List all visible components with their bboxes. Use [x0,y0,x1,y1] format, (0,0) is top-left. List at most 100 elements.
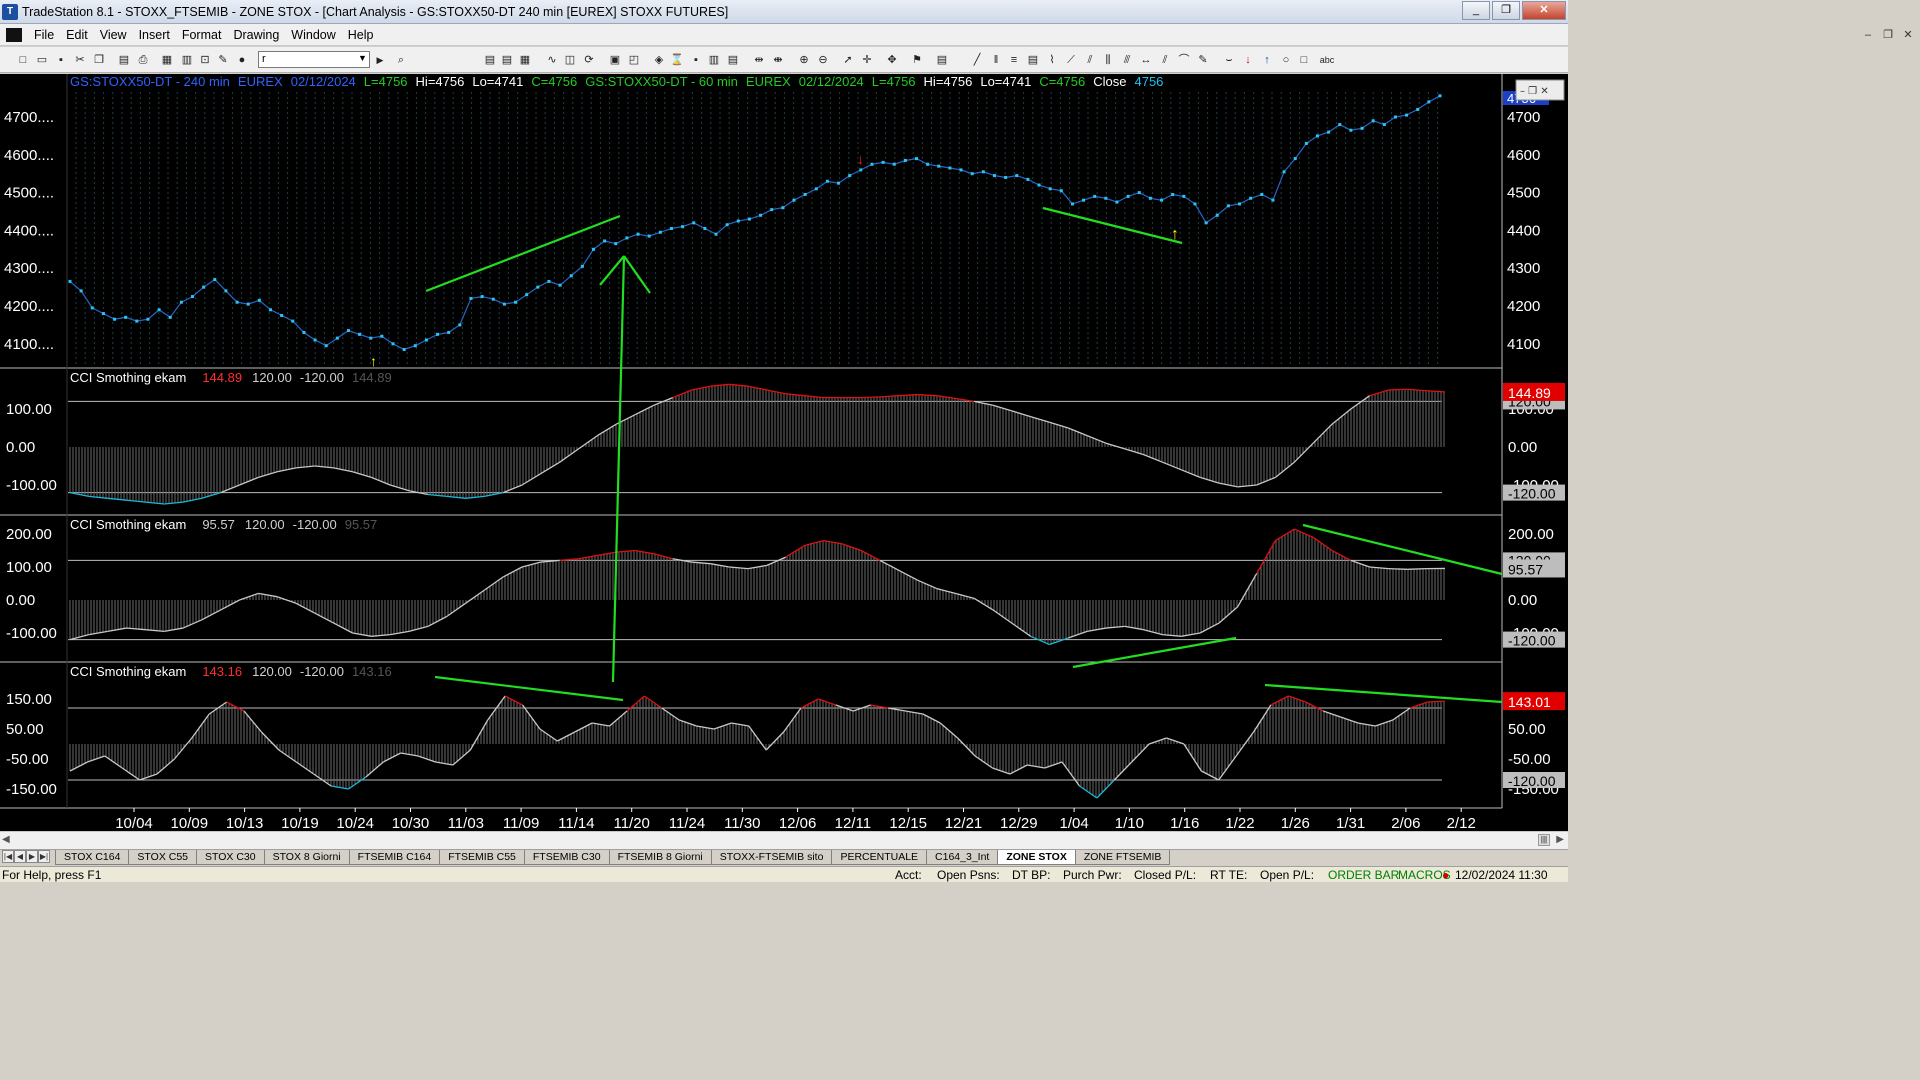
lock-icon[interactable]: ⊡ [198,53,212,67]
chart-analysis-window[interactable]: GS:STOXX50-DT - 240 min EUREX 02/12/2024 L=… [0,74,1568,831]
chart-window-new-icon[interactable]: ▦ [160,53,174,67]
open-folder-icon[interactable]: ▭ [35,53,49,67]
tab-ftsemib-8-giorni[interactable]: FTSEMIB 8 Giorni [608,850,712,865]
table-icon[interactable]: ▦ [518,53,532,67]
symbol-input[interactable]: r [258,51,370,68]
tab-stox-8-giorni[interactable]: STOX 8 Giorni [263,850,350,865]
rectangle-icon[interactable]: □ [1297,53,1311,67]
arrow-lines-icon[interactable]: ↔ [1139,53,1153,67]
speed-lines-icon[interactable]: ⌇ [1045,53,1059,67]
ellipse-icon[interactable]: ○ [1279,53,1293,67]
tab-last-icon[interactable]: ▶| [38,850,50,863]
mdi-restore-button[interactable]: ❐ [1880,28,1896,42]
tab-stox-c55[interactable]: STOX C55 [128,850,197,865]
tab-zone-ftsemib[interactable]: ZONE FTSEMIB [1074,850,1171,865]
trendline-icon[interactable]: ╱ [970,53,984,67]
tab-percentuale[interactable]: PERCENTUALE [831,850,928,865]
scroll-right-icon[interactable]: ▶ [1556,834,1564,845]
down-arrow-icon[interactable]: ↓ [1241,53,1255,67]
zoom-in-icon[interactable]: ⊕ [797,53,811,67]
text-icon[interactable]: abc [1316,53,1338,67]
channel-icon[interactable]: ⫽ [1158,53,1172,67]
freehand-icon[interactable]: ✎ [1196,53,1210,67]
mdi-minimize-button[interactable]: – [1860,28,1876,42]
menu-drawing[interactable]: Drawing [227,28,285,42]
maximize-button[interactable]: ❐ [1492,1,1520,20]
menu-format[interactable]: Format [176,28,228,42]
price-bar [1171,192,1175,196]
compress-bars-icon[interactable]: ⇼ [771,53,785,67]
tab-zone-stox[interactable]: ZONE STOX [997,850,1076,865]
tab-ftsemib-c164[interactable]: FTSEMIB C164 [348,850,441,865]
line-chart-icon[interactable]: ▤ [500,53,514,67]
zoom-out-icon[interactable]: ⊖ [816,53,830,67]
chart-header-field: Hi=4756 [416,74,465,89]
strategy-icon[interactable]: ✎ [216,53,230,67]
tools-icon[interactable]: ✥ [885,53,899,67]
screen-icon[interactable]: ▣ [608,53,622,67]
pointer-icon[interactable]: ➚ [841,53,855,67]
tab-next-icon[interactable]: ▶ [26,850,38,863]
fib-time-zones-icon[interactable]: ⫼ [1101,53,1115,67]
tab-stox-c30[interactable]: STOX C30 [196,850,265,865]
horizontal-scrollbar[interactable]: ◀ ||| ▶ [0,831,1568,849]
andrews-pitchfork-icon[interactable]: ⫽ [1083,53,1097,67]
menu-help[interactable]: Help [342,28,380,42]
analysis-icon[interactable]: ◈ [652,53,666,67]
menu-view[interactable]: View [94,28,133,42]
up-arrow-icon[interactable]: ↑ [1260,53,1274,67]
symbol-go-icon[interactable]: ▶ [373,53,387,67]
vertical-lines-icon[interactable]: ‖ [989,53,1003,67]
price-bar [647,234,651,238]
print-preview-icon[interactable]: ▤ [117,53,131,67]
tab-ftsemib-c30[interactable]: FTSEMIB C30 [523,850,610,865]
crosshair-icon[interactable]: ✛ [860,53,874,67]
layout-icon[interactable]: ◰ [627,53,641,67]
copy-icon[interactable]: ❐ [92,53,106,67]
refresh-icon[interactable]: ⟳ [582,53,596,67]
tab-first-icon[interactable]: |◀ [2,850,14,863]
tab-stox-c164[interactable]: STOX C164 [55,850,130,865]
chart-window-icon[interactable] [6,27,22,42]
portfolio-icon[interactable]: ▪ [689,53,703,67]
insert-indicator-icon[interactable]: ∿ [545,53,559,67]
menu-edit[interactable]: Edit [60,28,94,42]
radarscreen-icon[interactable]: ▥ [180,53,194,67]
order-bar-button[interactable]: ORDER BAR [1328,868,1399,882]
tab-ftsemib-c55[interactable]: FTSEMIB C55 [439,850,525,865]
symbol-lookup-icon[interactable]: ⌕ [394,53,408,67]
minimize-button[interactable]: _ [1462,1,1490,20]
scroll-left-icon[interactable]: ◀ [2,834,10,845]
text-note-icon[interactable]: ▤ [935,53,949,67]
mdi-close-button[interactable]: ✕ [1900,28,1916,42]
tab-c164-3-int[interactable]: C164_3_Int [926,850,999,865]
menu-window[interactable]: Window [285,28,341,42]
flag-icon[interactable]: ⚑ [910,53,924,67]
new-icon[interactable]: □ [16,53,30,67]
menu-file[interactable]: File [28,28,60,42]
tab-prev-icon[interactable]: ◀ [14,850,26,863]
tab-stoxx-ftsemib-sito[interactable]: STOXX-FTSEMIB sito [710,850,833,865]
hourglass-icon[interactable]: ⌛ [670,53,684,67]
horizontal-lines-icon[interactable]: ≡ [1007,53,1021,67]
regression-icon[interactable]: ⫻ [1120,53,1134,67]
print-icon[interactable]: ⎙ [136,53,150,67]
color-icon[interactable]: ● [235,53,249,67]
gann-fan-icon[interactable]: ⟋ [1064,53,1078,67]
bar-chart-icon[interactable]: ▤ [483,53,497,67]
market-depth-icon[interactable]: ▥ [707,53,721,67]
menu-insert[interactable]: Insert [133,28,176,42]
scroll-thumb[interactable]: ||| [1538,834,1550,846]
options-icon[interactable]: ▤ [726,53,740,67]
curve-icon[interactable]: ⌣ [1222,53,1236,67]
save-icon[interactable]: ▪ [54,53,68,67]
chart-canvas[interactable]: GS:STOXX50-DT - 240 min EUREX 02/12/2024 L=… [0,74,1568,831]
fibonacci-icon[interactable]: ▤ [1026,53,1040,67]
close-button[interactable]: ✕ [1522,1,1566,20]
cut-icon[interactable]: ✂ [73,53,87,67]
arc-icon[interactable]: ⌒ [1177,53,1191,67]
chevron-down-icon[interactable]: ▼ [358,53,367,63]
expand-bars-icon[interactable]: ⇹ [752,53,766,67]
format-symbol-icon[interactable]: ◫ [563,53,577,67]
cci-line-segment [145,629,165,632]
